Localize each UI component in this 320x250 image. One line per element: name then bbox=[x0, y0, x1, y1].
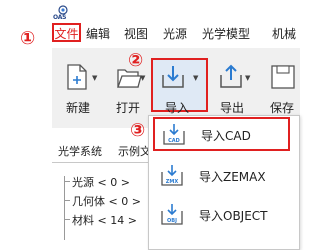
open-dropdown-caret-icon[interactable]: ▼ bbox=[140, 74, 145, 82]
import-dropdown-caret-icon[interactable]: ▼ bbox=[193, 74, 198, 82]
menu-bar bbox=[0, 22, 300, 44]
menu-optical-model[interactable]: 光学模型 bbox=[202, 26, 250, 42]
marker-3: ③ bbox=[130, 120, 146, 141]
import-zemax-icon-text: ZMX bbox=[166, 179, 179, 185]
import-zemax-label: 导入ZEMAX bbox=[199, 170, 266, 184]
menu-light-source[interactable]: 光源 bbox=[163, 26, 187, 42]
import-object-icon: OBJ bbox=[161, 204, 183, 225]
export-icon bbox=[220, 64, 242, 88]
marker-2: ② bbox=[128, 50, 144, 71]
tree-item-geometry[interactable]: 几何体 < 0 > bbox=[72, 193, 141, 209]
new-label: 新建 bbox=[66, 101, 91, 115]
export-dropdown-caret-icon[interactable]: ▼ bbox=[245, 74, 250, 82]
menu-mechanical[interactable]: 机械 bbox=[272, 26, 296, 42]
app-logo-text: OAS bbox=[53, 14, 67, 21]
import-object-item[interactable]: OBJ 导入OBJECT bbox=[153, 199, 290, 233]
menu-file[interactable]: 文件 bbox=[52, 23, 81, 42]
title-bar bbox=[0, 0, 300, 22]
import-cad-icon-text: CAD bbox=[168, 138, 180, 144]
save-icon bbox=[271, 65, 295, 89]
import-zemax-icon: ZMX bbox=[161, 165, 183, 186]
menu-view[interactable]: 视图 bbox=[124, 26, 148, 42]
new-dropdown-caret-icon[interactable]: ▼ bbox=[92, 74, 97, 82]
new-file-icon bbox=[67, 64, 87, 90]
tree-branch bbox=[64, 219, 70, 220]
import-cad-item[interactable]: CAD 导入CAD bbox=[153, 117, 290, 151]
import-object-icon-text: OBJ bbox=[167, 218, 177, 224]
import-object-label: 导入OBJECT bbox=[199, 209, 268, 223]
import-icon bbox=[162, 66, 184, 88]
tree-item-material[interactable]: 材料 < 14 > bbox=[72, 212, 137, 228]
tab-examples[interactable]: 示例文 bbox=[118, 143, 151, 159]
import-label: 导入 bbox=[165, 101, 190, 115]
tree-connector bbox=[64, 176, 65, 240]
import-zemax-item[interactable]: ZMX 导入ZEMAX bbox=[153, 160, 290, 194]
menu-edit[interactable]: 编辑 bbox=[86, 26, 110, 42]
save-label: 保存 bbox=[270, 101, 295, 115]
tree-branch bbox=[64, 200, 70, 201]
import-cad-label: 导入CAD bbox=[201, 129, 251, 143]
tab-optical-system[interactable]: 光学系统 bbox=[58, 143, 102, 159]
tree-item-light-source[interactable]: 光源 < 0 > bbox=[72, 174, 130, 190]
tree-branch bbox=[64, 181, 70, 182]
import-cad-icon: CAD bbox=[163, 124, 185, 145]
export-label: 导出 bbox=[220, 101, 245, 115]
open-label: 打开 bbox=[116, 101, 141, 115]
marker-1: ① bbox=[20, 28, 36, 49]
